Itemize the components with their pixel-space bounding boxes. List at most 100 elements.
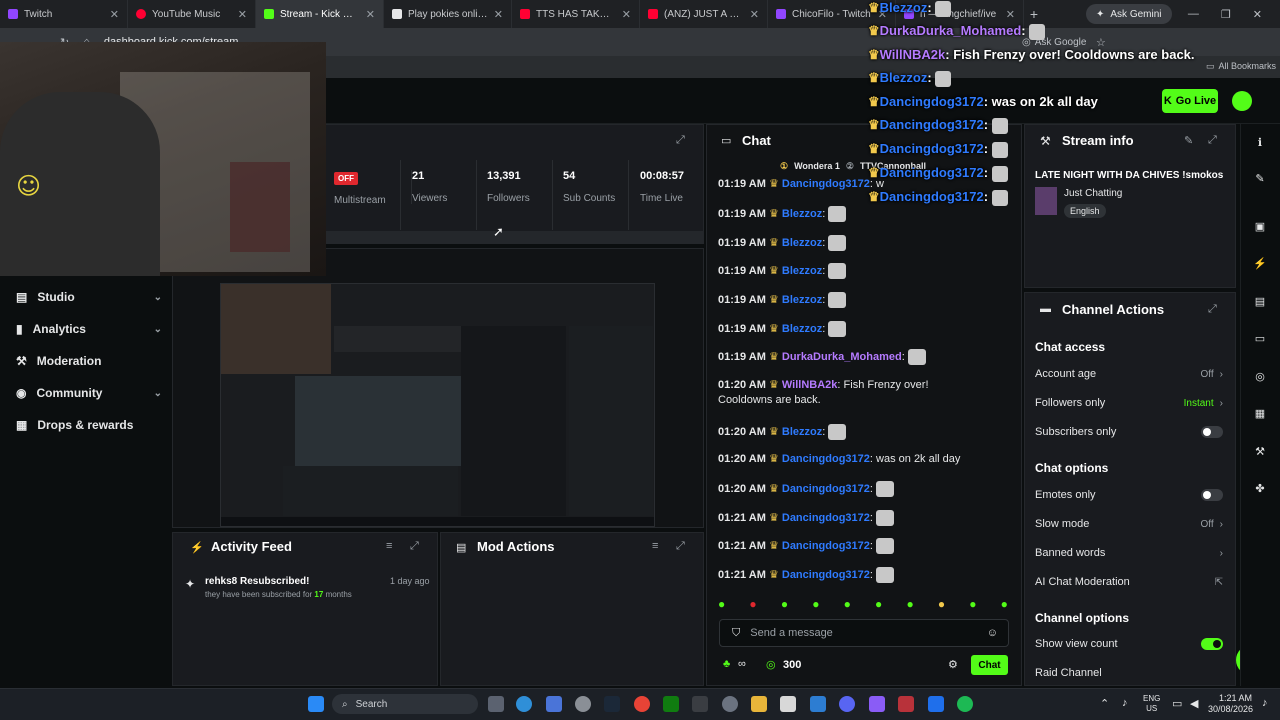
chat-username[interactable]: Blezzoz bbox=[782, 294, 822, 306]
sidebar-item-drops-rewards[interactable]: ▦ Drops & rewards bbox=[16, 415, 162, 435]
close-icon[interactable]: ✕ bbox=[238, 8, 247, 21]
emote-icon[interactable]: ● bbox=[906, 597, 913, 613]
app-icon[interactable] bbox=[546, 696, 562, 712]
file-explorer-icon[interactable] bbox=[751, 696, 767, 712]
chat-username[interactable]: WillNBA2k bbox=[782, 379, 838, 391]
sidebar-item-studio[interactable]: ▤ Studio ⌄ bbox=[16, 287, 162, 307]
send-chat-button[interactable]: Chat bbox=[971, 655, 1008, 675]
chat-username[interactable]: Dancingdog3172 bbox=[782, 178, 870, 190]
settings-gear-icon[interactable]: ⚙ bbox=[948, 658, 958, 671]
notification-bell-icon[interactable]: ♪ bbox=[1262, 697, 1268, 709]
app-icon[interactable] bbox=[692, 696, 708, 712]
browser-tab[interactable]: Twitch ✕ bbox=[0, 0, 128, 28]
chat-username[interactable]: Dancingdog3172 bbox=[782, 540, 870, 552]
language-indicator[interactable]: ENG US bbox=[1143, 694, 1160, 714]
document-icon[interactable]: ▤ bbox=[1253, 295, 1267, 309]
infinity-icon[interactable]: ∞ bbox=[738, 658, 746, 670]
discord-icon[interactable] bbox=[839, 696, 855, 712]
app-icon[interactable] bbox=[869, 696, 885, 712]
app-icon[interactable] bbox=[928, 696, 944, 712]
close-icon[interactable]: ✕ bbox=[110, 8, 119, 21]
volume-icon[interactable]: ◀ bbox=[1190, 697, 1198, 710]
ask-gemini-button[interactable]: ✦ Ask Gemini bbox=[1086, 4, 1172, 24]
emotes-only-toggle[interactable] bbox=[1201, 489, 1223, 501]
browser-tab[interactable]: (ANZ) JUST A CHILL ✕ bbox=[640, 0, 768, 28]
maximize-icon[interactable]: ❐ bbox=[1221, 8, 1231, 21]
microphone-icon[interactable]: ♪ bbox=[1122, 697, 1128, 709]
emote-icon[interactable]: ● bbox=[781, 597, 788, 613]
show-view-count-toggle[interactable] bbox=[1201, 638, 1223, 650]
settings-icon[interactable] bbox=[722, 696, 738, 712]
network-icon[interactable]: ▭ bbox=[1172, 697, 1182, 710]
chat-message-input[interactable]: ⛉ Send a message ☺ bbox=[719, 619, 1009, 647]
all-bookmarks[interactable]: ▭ All Bookmarks bbox=[1206, 61, 1276, 72]
go-live-button[interactable]: K Go Live bbox=[1162, 89, 1218, 113]
close-window-icon[interactable]: ✕ bbox=[1253, 8, 1262, 21]
rewards-icon[interactable]: ♣ bbox=[723, 658, 730, 670]
windows-start-icon[interactable] bbox=[308, 696, 324, 712]
chat-username[interactable]: Blezzoz bbox=[782, 426, 822, 438]
close-icon[interactable]: ✕ bbox=[1006, 8, 1015, 21]
chat-username[interactable]: Blezzoz bbox=[782, 323, 822, 335]
system-clock[interactable]: 1:21 AM 30/08/2026 bbox=[1208, 693, 1253, 715]
subscribers-only-toggle[interactable] bbox=[1201, 426, 1223, 438]
minimize-icon[interactable]: — bbox=[1188, 8, 1199, 21]
filter-icon[interactable]: ≡ bbox=[652, 540, 658, 552]
followers-only-row[interactable]: Followers only Instant › bbox=[1035, 397, 1223, 409]
sidebar-item-community[interactable]: ◉ Community ⌄ bbox=[16, 383, 162, 403]
stream-category[interactable]: Just Chatting bbox=[1064, 188, 1122, 199]
app-icon[interactable] bbox=[780, 696, 796, 712]
chat-username[interactable]: Dancingdog3172 bbox=[782, 453, 870, 465]
chat-username[interactable]: Blezzoz bbox=[782, 265, 822, 277]
edit-pencil-icon[interactable]: ✎ bbox=[1184, 134, 1193, 147]
expand-icon[interactable]: ⤢ bbox=[1208, 134, 1217, 147]
chat-username[interactable]: Blezzoz bbox=[782, 208, 822, 220]
app-icon[interactable] bbox=[898, 696, 914, 712]
app-icon[interactable] bbox=[575, 696, 591, 712]
raid-channel-row[interactable]: Raid Channel bbox=[1035, 667, 1223, 679]
multistream-stat[interactable]: OFF Multistream bbox=[334, 170, 386, 206]
chat-username[interactable]: Dancingdog3172 bbox=[782, 512, 870, 524]
emote-icon[interactable]: ● bbox=[844, 597, 851, 613]
close-icon[interactable]: ✕ bbox=[366, 8, 375, 21]
edge-icon[interactable] bbox=[516, 696, 532, 712]
account-age-row[interactable]: Account age Off › bbox=[1035, 368, 1223, 380]
close-icon[interactable]: ✕ bbox=[750, 8, 759, 21]
emoji-icon[interactable]: ☺ bbox=[987, 627, 998, 639]
emote-icon[interactable]: ● bbox=[718, 597, 725, 613]
community-icon[interactable]: ✤ bbox=[1253, 482, 1267, 496]
edit-icon[interactable]: ✎ bbox=[1253, 172, 1267, 186]
chat-bubble-icon[interactable]: ▭ bbox=[1253, 332, 1267, 346]
lightning-icon[interactable]: ⚡ bbox=[1253, 257, 1267, 271]
app-icon[interactable] bbox=[810, 696, 826, 712]
expand-icon[interactable]: ⤢ bbox=[1208, 303, 1217, 316]
spotify-icon[interactable] bbox=[957, 696, 973, 712]
save-icon[interactable]: ▦ bbox=[1253, 407, 1267, 421]
chat-username[interactable]: Dancingdog3172 bbox=[782, 569, 870, 581]
sidebar-item-moderation[interactable]: ⚒ Moderation bbox=[16, 351, 162, 371]
info-icon[interactable]: ℹ bbox=[1253, 136, 1267, 150]
slow-mode-row[interactable]: Slow mode Off › bbox=[1035, 518, 1223, 530]
emote-icon[interactable]: ● bbox=[938, 597, 945, 613]
stream-preview-video[interactable] bbox=[220, 283, 655, 527]
sidebar-item-analytics[interactable]: ▮ Analytics ⌄ bbox=[16, 319, 162, 339]
task-view-icon[interactable] bbox=[488, 696, 504, 712]
chrome-icon[interactable] bbox=[634, 696, 650, 712]
expand-icon[interactable]: ⤢ bbox=[676, 134, 685, 147]
banned-words-row[interactable]: Banned words › bbox=[1035, 547, 1223, 559]
ai-chat-moderation-row[interactable]: AI Chat Moderation ⇱ bbox=[1035, 576, 1223, 588]
video-icon[interactable]: ▣ bbox=[1253, 220, 1267, 234]
emote-icon[interactable]: ● bbox=[969, 597, 976, 613]
chat-username[interactable]: Dancingdog3172 bbox=[782, 483, 870, 495]
close-icon[interactable]: ✕ bbox=[494, 8, 503, 21]
chat-username[interactable]: DurkaDurka_Mohamed bbox=[782, 351, 902, 363]
target-icon[interactable]: ◎ bbox=[1253, 370, 1267, 384]
chevron-up-icon[interactable]: ⌃ bbox=[1100, 697, 1109, 710]
taskbar-search[interactable]: ⌕ Search bbox=[332, 694, 478, 714]
steam-icon[interactable] bbox=[604, 696, 620, 712]
expand-icon[interactable]: ⤢ bbox=[676, 540, 685, 553]
emote-icon[interactable]: ● bbox=[1001, 597, 1008, 613]
close-icon[interactable]: ✕ bbox=[622, 8, 631, 21]
filter-icon[interactable]: ≡ bbox=[386, 540, 392, 552]
browser-tab[interactable]: Play pokies online - Sa ✕ bbox=[384, 0, 512, 28]
